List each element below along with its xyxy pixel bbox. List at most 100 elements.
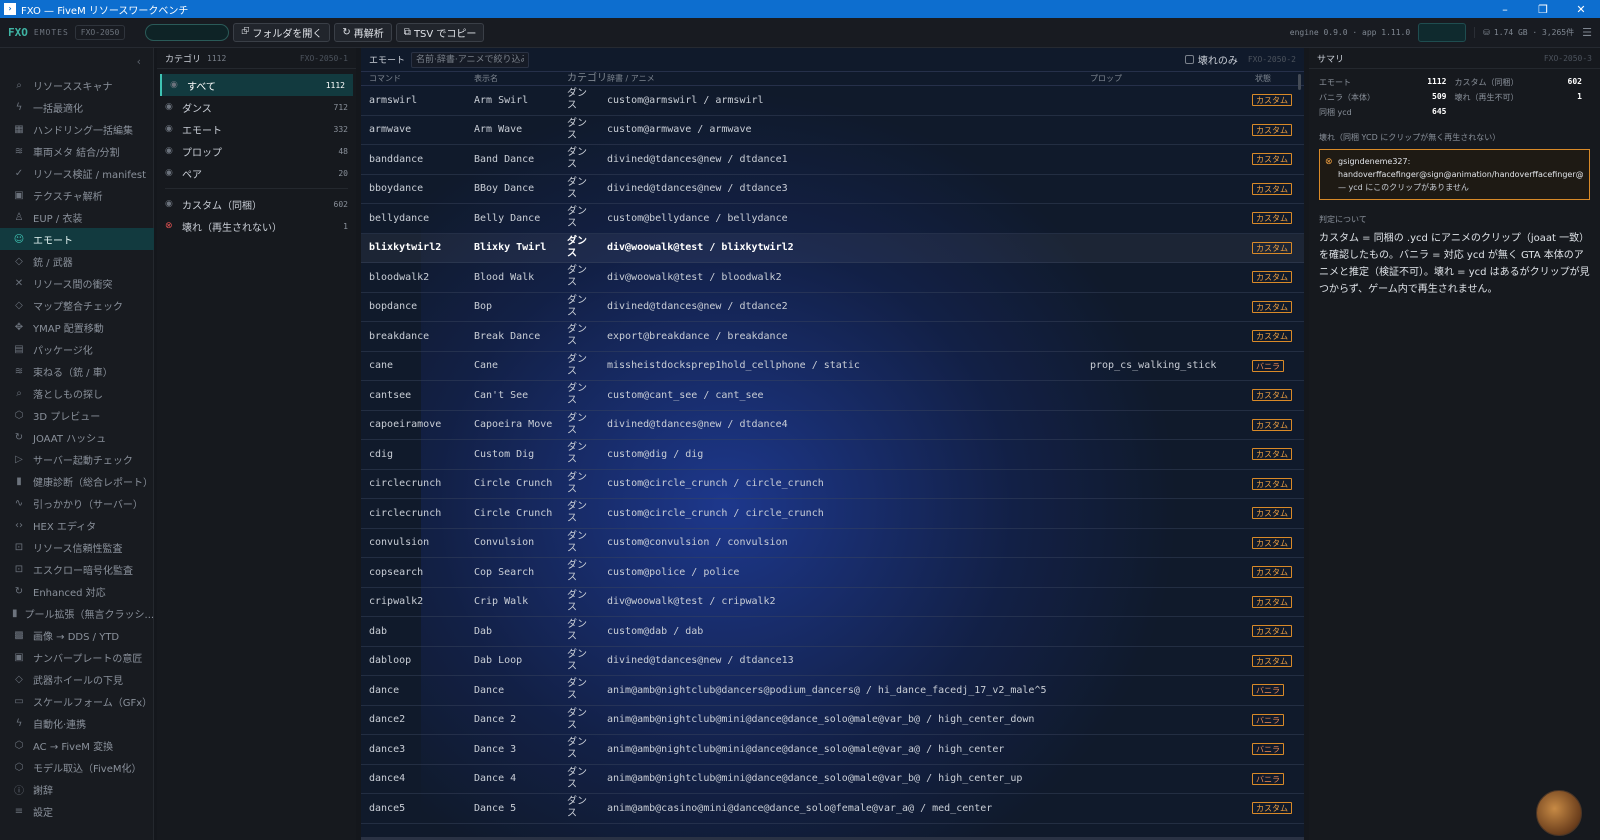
vertical-scrollbar[interactable] xyxy=(1298,74,1301,90)
table-row[interactable]: bopdance Bop ダンス divined@tdances@new / dtda… xyxy=(361,293,1304,322)
sidebar-item-label: 一括最適化 xyxy=(33,103,83,115)
minimize-icon[interactable]: – xyxy=(1486,0,1524,18)
status-pill[interactable] xyxy=(145,24,230,41)
table-row[interactable]: cripwalk2 Crip Walk ダンス div@woowalk@test / … xyxy=(361,588,1304,617)
filter-input[interactable] xyxy=(411,51,530,68)
sidebar-item[interactable]: ▮ 健康診断（総合レポート） xyxy=(0,470,154,492)
sidebar-item[interactable]: ✕ リソース間の衝突 xyxy=(0,272,154,294)
col-command[interactable]: コマンド xyxy=(369,73,401,84)
table-row[interactable]: copsearch Cop Search ダンス custom@police / po… xyxy=(361,558,1304,588)
sidebar-item[interactable]: ⬡ 3D プレビュー xyxy=(0,404,154,426)
sidebar-item[interactable]: ▮ プール拡張（無言クラッシ... xyxy=(0,602,154,624)
sidebar-item[interactable]: ☺ エモート xyxy=(0,228,154,250)
sidebar-item[interactable]: ⬡ AC → FiveM 変換 xyxy=(0,734,154,756)
restore-icon[interactable]: ❐ xyxy=(1524,0,1562,18)
sidebar-item[interactable]: ⓘ 謝辞 xyxy=(0,778,154,800)
table-row[interactable]: banddance Band Dance ダンス divined@tdances@ne… xyxy=(361,145,1304,175)
sidebar-item[interactable]: ▷ サーバー起動チェック xyxy=(0,448,154,470)
broken-note: — ycd にこのクリップがありません xyxy=(1338,183,1469,192)
category-item[interactable]: ◉ ペア 20 xyxy=(157,162,356,184)
close-icon[interactable]: ✕ xyxy=(1562,0,1600,18)
category-item[interactable]: ◉ エモート 332 xyxy=(157,118,356,140)
sidebar-item[interactable]: ϟ 自動化·連携 xyxy=(0,712,154,734)
sidebar-item[interactable]: ↻ Enhanced 対応 xyxy=(0,580,154,602)
sidebar-item[interactable]: ∿ 引っかかり（サーバー） xyxy=(0,492,154,514)
table-row[interactable]: bellydance Belly Dance ダンス custom@bellydanc… xyxy=(361,204,1304,234)
col-status[interactable]: 状態 xyxy=(1252,73,1274,85)
sidebar-item[interactable]: ↻ JOAAT ハッシュ xyxy=(0,426,154,448)
table-row[interactable]: dance5 Dance 5 ダンス anim@amb@casino@mini@dan… xyxy=(361,794,1304,824)
sidebar-item[interactable]: ≋ 束ねる（銃 / 車） xyxy=(0,360,154,382)
col-category[interactable]: カテゴリ xyxy=(567,73,607,85)
sidebar-item[interactable]: ♙ EUP / 衣装 xyxy=(0,206,154,228)
sidebar-item[interactable]: ◇ 武器ホイールの下見 xyxy=(0,668,154,690)
sidebar-item[interactable]: ✓ リソース検証 / manifest xyxy=(0,162,154,184)
sidebar-item[interactable]: ⊡ リソース信頼性監査 xyxy=(0,536,154,558)
sidebar-item[interactable]: ✥ YMAP 配置移動 xyxy=(0,316,154,338)
table-row[interactable]: dance4 Dance 4 ダンス anim@amb@nightclub@mini@… xyxy=(361,765,1304,794)
cell-dict: anim@amb@nightclub@mini@dance@dance_solo… xyxy=(607,773,1023,785)
table-row[interactable]: dance3 Dance 3 ダンス anim@amb@nightclub@mini@… xyxy=(361,735,1304,765)
open-folder-button[interactable]: ⮺ フォルダを開く xyxy=(233,23,331,42)
sidebar-item[interactable]: ≋ 車両メタ 結合/分割 xyxy=(0,140,154,162)
table-row[interactable]: cane Cane ダンス missheistdocksprep1hold_cellp… xyxy=(361,352,1304,381)
table-row[interactable]: dance Dance ダンス anim@amb@nightclub@dancers@… xyxy=(361,676,1304,706)
category-item[interactable]: ◉ ダンス 712 xyxy=(157,96,356,118)
table-row[interactable]: armwave Arm Wave ダンス custom@armwave / armwa… xyxy=(361,116,1304,145)
sidebar-item[interactable]: ▤ パッケージ化 xyxy=(0,338,154,360)
settings-sliders-icon[interactable]: ☰ xyxy=(1582,26,1592,39)
sidebar-item[interactable]: ◇ 銃 / 武器 xyxy=(0,250,154,272)
emote-table-body: armswirl Arm Swirl ダンス custom@armswirl / ar… xyxy=(361,86,1304,824)
table-row[interactable]: dabloop Dab Loop ダンス divined@tdances@new / … xyxy=(361,647,1304,676)
broken-dict: handoverffacefinger@sign@animation/hando… xyxy=(1338,170,1583,179)
table-row[interactable]: blixkytwirl2 Blixky Twirl ダンス div@woowalk@t… xyxy=(361,233,1304,263)
category-item[interactable]: ◉ プロップ 48 xyxy=(157,140,356,162)
sidebar-item[interactable]: ▣ ナンバープレートの意匠 xyxy=(0,646,154,668)
table-row[interactable]: capoeiramove Capoeira Move ダンス divined@tdan… xyxy=(361,411,1304,440)
category-item[interactable]: ◉ すべて 1112 xyxy=(160,74,353,96)
cell-display: Blood Walk xyxy=(474,271,535,283)
avatar[interactable] xyxy=(1536,790,1582,836)
sidebar-item[interactable]: ▭ スケールフォーム（GFx） xyxy=(0,690,154,712)
sidebar-item[interactable]: ⬡ モデル取込（FiveM化） xyxy=(0,756,154,778)
table-row[interactable]: cantsee Can't See ダンス custom@cant_see / can… xyxy=(361,381,1304,411)
sidebar-item[interactable]: ⌕ 落としもの探し xyxy=(0,382,154,404)
col-display[interactable]: 表示名 xyxy=(474,73,498,84)
copy-tsv-button[interactable]: ⧉ TSV でコピー xyxy=(395,23,485,42)
cell-command: dance3 xyxy=(369,743,406,755)
cell-display: Circle Crunch xyxy=(474,507,553,519)
collapse-sidebar-icon[interactable]: ‹ xyxy=(137,55,141,68)
broken-only-checkbox[interactable] xyxy=(1184,55,1194,64)
table-row[interactable]: circlecrunch Circle Crunch ダンス custom@circl… xyxy=(361,499,1304,529)
category-panel: カテゴリ 1112 FXO-2050-1 ◉ すべて 1112 ◉ ダンス 712 ◉ エモー… xyxy=(157,48,356,840)
category-item[interactable]: ⊗ 壊れ（再生されない） 1 xyxy=(157,215,356,237)
table-row[interactable]: circlecrunch Circle Crunch ダンス custom@circl… xyxy=(361,470,1304,499)
table-row[interactable]: cdig Custom Dig ダンス custom@dig / dig カスタム xyxy=(361,440,1304,470)
sidebar-item[interactable]: ▦ ハンドリング一括編集 xyxy=(0,118,154,140)
table-row[interactable]: armswirl Arm Swirl ダンス custom@armswirl / ar… xyxy=(361,86,1304,116)
table-row[interactable]: dance2 Dance 2 ダンス anim@amb@nightclub@mini@… xyxy=(361,706,1304,735)
divider xyxy=(165,188,348,189)
sidebar-item[interactable]: ◇ マップ整合チェック xyxy=(0,294,154,316)
col-prop[interactable]: プロップ xyxy=(1090,73,1122,84)
category-item[interactable]: ◉ カスタム（同梱） 602 xyxy=(157,193,356,215)
reanalyze-button[interactable]: ↻ 再解析 xyxy=(334,23,392,42)
broken-alert[interactable]: ⊗ gsigndeneme327: handoverffacefinger@si… xyxy=(1319,149,1590,200)
stat-value: 1 xyxy=(1577,92,1582,101)
sidebar-item[interactable]: ≡ 設定 xyxy=(0,800,154,822)
table-row[interactable]: dab Dab ダンス custom@dab / dab カスタム xyxy=(361,617,1304,647)
table-row[interactable]: convulsion Convulsion ダンス custom@convulsion… xyxy=(361,529,1304,558)
sidebar-item[interactable]: ‹› HEX エディタ xyxy=(0,514,154,536)
sidebar-item[interactable]: ▩ 画像 → DDS / YTD xyxy=(0,624,154,646)
category-label: プロップ xyxy=(182,147,222,159)
sidebar-item[interactable]: ▣ テクスチャ解析 xyxy=(0,184,154,206)
sidebar-item[interactable]: ⊡ エスクロー暗号化監査 xyxy=(0,558,154,580)
table-row[interactable]: bloodwalk2 Blood Walk ダンス div@woowalk@test … xyxy=(361,263,1304,293)
sidebar-item[interactable]: ⌕ リソーススキャナ xyxy=(0,74,154,96)
table-row[interactable]: breakdance Break Dance ダンス export@breakdanc… xyxy=(361,322,1304,352)
sidebar-item[interactable]: ϟ 一括最適化 xyxy=(0,96,154,118)
broken-only-toggle[interactable]: 壊れのみ xyxy=(1184,52,1238,67)
sidebar-item-label: テクスチャ解析 xyxy=(33,191,103,203)
table-row[interactable]: bboydance BBoy Dance ダンス divined@tdances@ne… xyxy=(361,175,1304,204)
col-dict[interactable]: 辞書 / アニメ xyxy=(607,73,655,84)
